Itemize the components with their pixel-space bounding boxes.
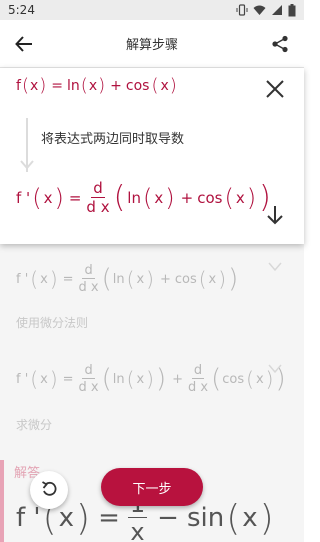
faded-step-1-label: 使用微分法则 xyxy=(16,316,89,330)
battery-icon xyxy=(288,3,296,16)
back-arrow-icon xyxy=(15,35,32,52)
back-button[interactable] xyxy=(10,30,38,58)
original-equation: f(x) = ln(x) + cos(x) xyxy=(16,75,177,96)
share-icon xyxy=(272,35,288,52)
close-step-button[interactable] xyxy=(261,75,289,103)
close-icon xyxy=(266,80,284,98)
page-title: 解算步骤 xyxy=(125,38,178,53)
share-button[interactable] xyxy=(266,30,294,58)
app-bar: 解算步骤 xyxy=(0,20,304,68)
expand-step-button[interactable] xyxy=(262,202,288,228)
faded-step-1-equation: f '(x) = dd x ( ln(x) + cos(x) ) xyxy=(16,263,239,295)
signal-icon xyxy=(272,5,282,15)
connector-arrow-icon xyxy=(20,160,34,170)
answer-accent-bar xyxy=(0,460,4,542)
undo-icon xyxy=(42,481,57,496)
status-time: 5:24 xyxy=(8,3,35,17)
undo-button[interactable] xyxy=(30,471,68,509)
faded-step-2-label: 求微分 xyxy=(16,418,53,432)
wifi-icon xyxy=(253,5,266,15)
chevron-down-icon[interactable] xyxy=(268,262,282,272)
chevron-down-icon[interactable] xyxy=(268,364,282,374)
next-step-button[interactable]: 下一步 xyxy=(101,468,203,506)
vibrate-icon xyxy=(236,4,248,16)
down-arrow-icon xyxy=(267,206,283,225)
step-description: 将表达式两边同时取导数 xyxy=(41,132,185,147)
faded-step-2-equation: f '(x) = dd x ( ln(x) ) + dd x ( cos(x) … xyxy=(16,363,286,395)
status-bar: 5:24 xyxy=(0,0,304,20)
derived-equation: f '(x) = dd x ( ln(x) + cos(x) ) xyxy=(16,178,271,216)
